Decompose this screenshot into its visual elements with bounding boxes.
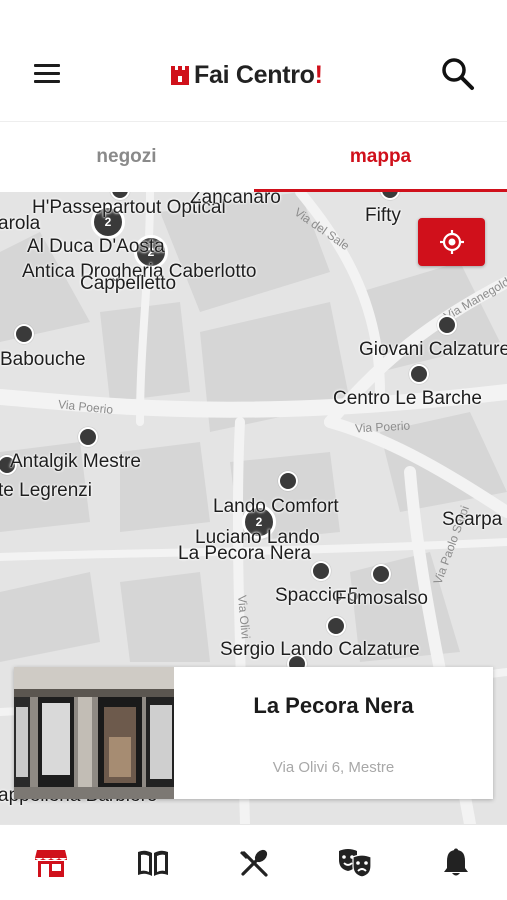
shop-label: Sergio Lando Calzature	[220, 639, 420, 660]
shop-marker[interactable]	[311, 561, 331, 581]
shop-address: Via Olivi 6, Mestre	[272, 759, 395, 776]
shop-label: Fumosalso	[335, 588, 428, 609]
tab-mappa[interactable]: mappa	[254, 122, 507, 192]
shop-label: Lando Comfort	[213, 496, 339, 517]
shop-label: La Pecora Nera	[178, 543, 312, 564]
nav-notifications[interactable]	[438, 845, 474, 881]
shop-marker[interactable]	[278, 471, 298, 491]
shops-icon	[35, 850, 67, 877]
shop-photo	[14, 667, 174, 799]
shop-label: Antalgik Mestre	[10, 451, 141, 472]
shop-label: te Legrenzi	[0, 480, 93, 501]
nav-events[interactable]	[337, 845, 373, 881]
shop-label: Fifty	[365, 205, 401, 226]
shop-label: Cappelletto	[80, 273, 177, 294]
tab-negozi[interactable]: negozi	[0, 122, 253, 192]
nav-guide[interactable]	[135, 845, 171, 881]
logo-exclamation: !	[314, 60, 323, 89]
map-view[interactable]: Via Poerio Via Poerio Via Olivi Via Paol…	[0, 192, 507, 824]
shop-marker[interactable]	[371, 564, 391, 584]
shop-label: Scarpa	[442, 509, 503, 530]
restaurant-icon	[240, 849, 268, 877]
app-logo: Fai Centro!	[170, 58, 323, 92]
shop-label: Al Duca D'Aosta	[27, 236, 165, 257]
tab-bar: negozi mappa	[0, 122, 507, 192]
search-icon[interactable]	[440, 56, 476, 92]
castle-logo-icon	[171, 66, 189, 85]
locate-me-button[interactable]	[418, 218, 485, 266]
logo-title: Fai Centro	[194, 60, 315, 89]
nav-food[interactable]	[236, 845, 272, 881]
selected-shop-card[interactable]: La Pecora Nera Via Olivi 6, Mestre	[14, 667, 493, 799]
shop-label: Giovani Calzature	[359, 339, 507, 360]
shop-marker[interactable]	[14, 324, 34, 344]
book-icon	[138, 850, 168, 876]
theater-masks-icon	[339, 849, 372, 878]
shop-marker[interactable]	[326, 616, 346, 636]
shop-marker[interactable]	[409, 364, 429, 384]
shop-label: Centro Le Barche	[333, 388, 482, 409]
shop-label: arola	[0, 213, 41, 234]
app-header: Fai Centro!	[0, 0, 507, 122]
shop-label: Babouche	[0, 349, 86, 370]
locate-crosshair-icon	[439, 230, 464, 254]
bottom-nav	[0, 824, 507, 900]
hamburger-menu-icon[interactable]	[34, 64, 60, 84]
street-label: Via Poerio	[354, 418, 411, 436]
bell-icon	[444, 848, 468, 876]
nav-shops[interactable]	[33, 845, 69, 881]
shop-label: Zancanaro	[190, 192, 281, 208]
shop-marker[interactable]	[437, 315, 457, 335]
shop-name: La Pecora Nera	[253, 693, 414, 718]
shop-marker[interactable]	[78, 427, 98, 447]
